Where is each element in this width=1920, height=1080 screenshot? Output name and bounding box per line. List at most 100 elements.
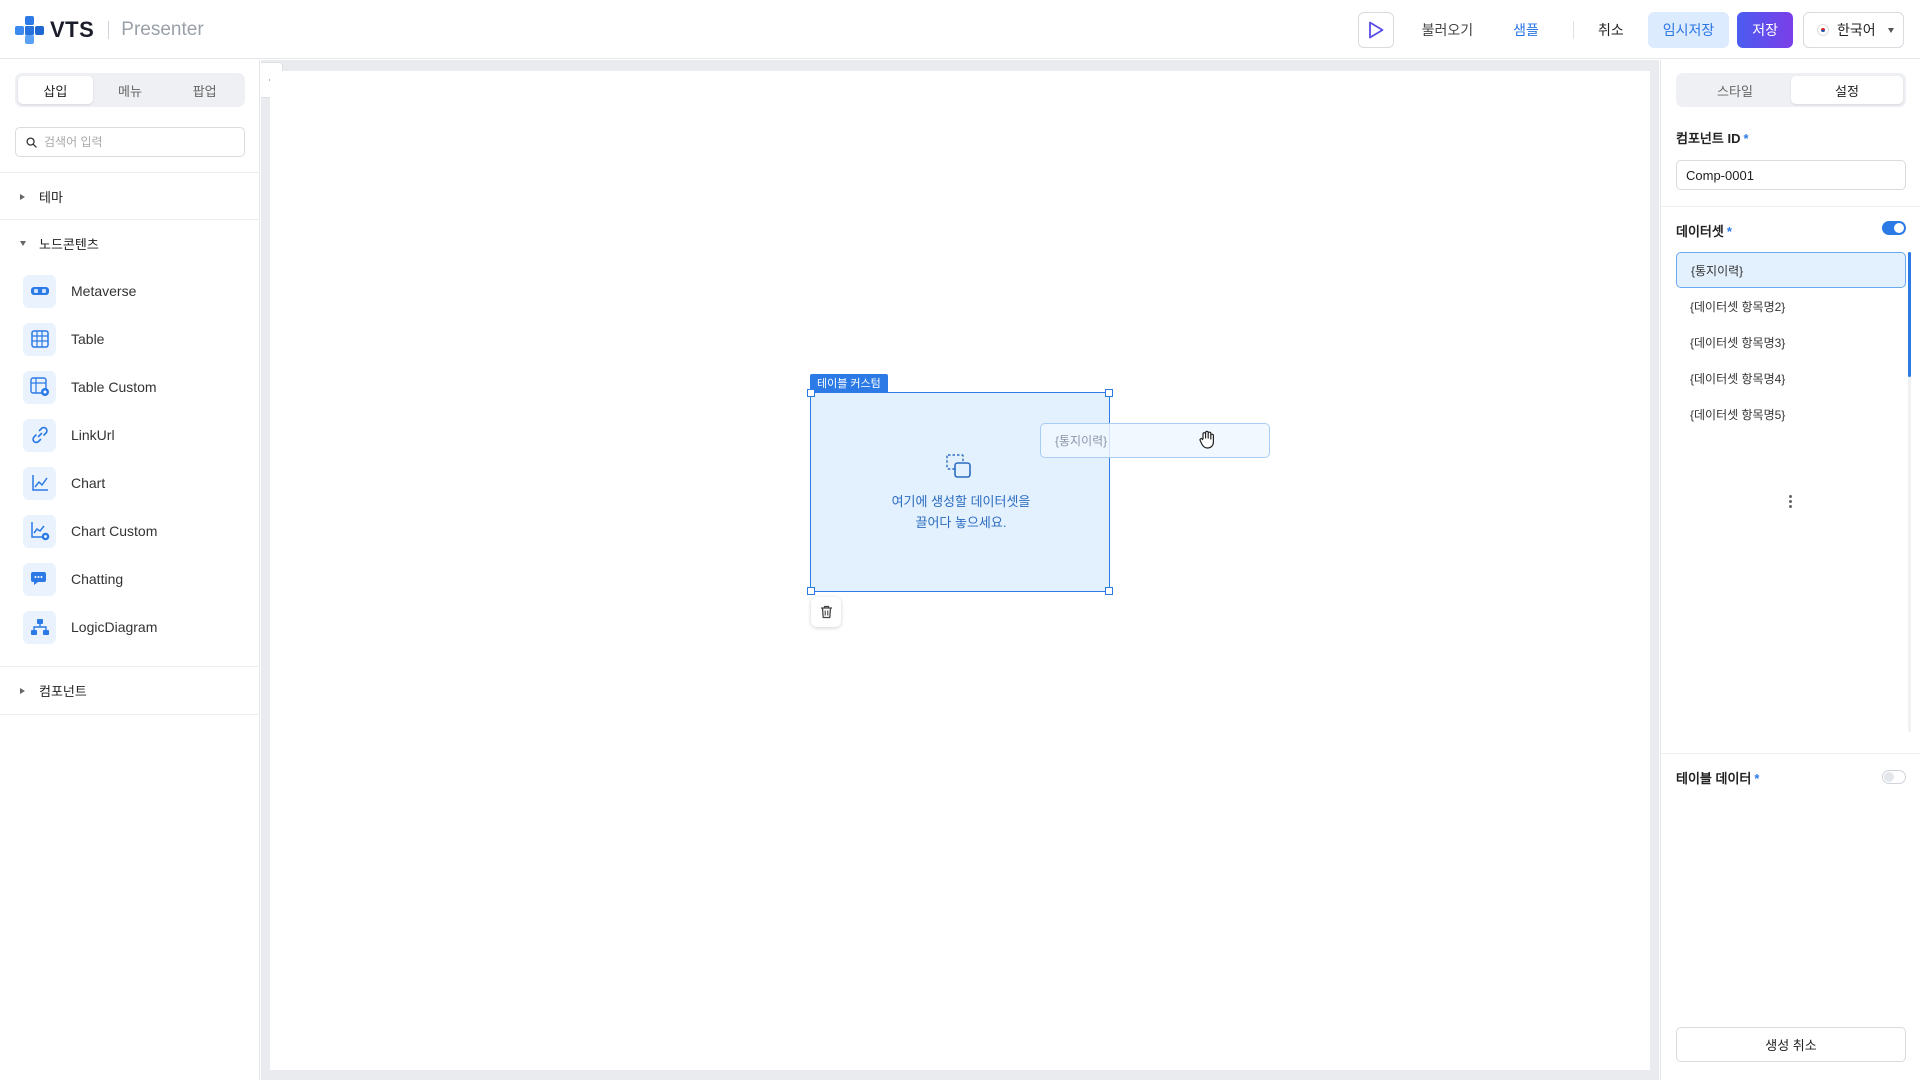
table-data-toggle[interactable] xyxy=(1882,770,1906,784)
component-id-label-text: 컴포넌트 ID xyxy=(1676,131,1741,146)
node-item-label: LogicDiagram xyxy=(71,619,158,635)
tab-insert[interactable]: 삽입 xyxy=(18,76,93,104)
section-components: 컴포넌트 xyxy=(0,666,260,715)
section-theme-label: 테마 xyxy=(39,190,63,205)
tab-popup[interactable]: 팝업 xyxy=(167,76,242,104)
header-actions: 불러오기 샘플 취소 임시저장 저장 한국어 xyxy=(1357,11,1904,49)
node-item-chart[interactable]: Chart xyxy=(0,459,260,507)
section-components-header[interactable]: 컴포넌트 xyxy=(0,667,260,714)
top-bar: VTS Presenter 불러오기 샘플 취소 임시저장 저장 한국어 xyxy=(0,0,1920,59)
section-node-contents-label: 노드콘텐츠 xyxy=(39,237,99,252)
chart-icon xyxy=(23,466,56,500)
trash-icon xyxy=(820,605,832,619)
tab-style[interactable]: 스타일 xyxy=(1679,76,1791,104)
expand-arrow-icon xyxy=(20,687,25,694)
node-item-label: Table Custom xyxy=(71,379,157,395)
korea-flag-icon xyxy=(1817,24,1829,36)
node-item-label: Chart Custom xyxy=(71,523,158,539)
dataset-toggle[interactable] xyxy=(1882,221,1906,235)
resize-handle[interactable] xyxy=(1105,587,1113,595)
search-icon xyxy=(26,136,37,148)
node-item-label: Table xyxy=(71,331,105,347)
dataset-label: 데이터셋 * xyxy=(1676,221,1732,240)
section-node-contents-header[interactable]: 노드콘텐츠 xyxy=(0,220,260,267)
table-custom-component[interactable]: 여기에 생성할 데이터셋을 끌어다 놓으세요. xyxy=(807,389,1113,595)
required-mark: * xyxy=(1754,771,1760,786)
node-item-table[interactable]: Table xyxy=(0,315,260,363)
delete-component-button[interactable] xyxy=(811,597,841,627)
section-components-label: 컴포넌트 xyxy=(39,684,87,699)
caret-down-icon xyxy=(1888,28,1894,33)
node-item-label: Chatting xyxy=(71,571,124,587)
resize-handle[interactable] xyxy=(807,587,815,595)
chat-icon xyxy=(23,562,56,596)
expand-arrow-icon xyxy=(20,193,25,200)
required-mark: * xyxy=(1726,224,1732,239)
toggle-knob xyxy=(1894,223,1904,233)
tab-menu[interactable]: 메뉴 xyxy=(93,76,168,104)
app-logo[interactable]: VTS Presenter xyxy=(15,16,204,44)
dataset-item[interactable]: {통지이력} xyxy=(1676,252,1906,288)
node-item-linkurl[interactable]: LinkUrl xyxy=(0,411,260,459)
logo-text: VTS xyxy=(50,17,95,42)
node-item-chatting[interactable]: Chatting xyxy=(0,555,260,603)
component-id-field[interactable]: Comp-0001 xyxy=(1676,160,1906,190)
vts-logo-icon xyxy=(15,16,45,44)
resize-handle[interactable] xyxy=(1105,389,1113,397)
table-custom-icon xyxy=(23,370,56,404)
cancel-create-button[interactable]: 생성 취소 xyxy=(1676,1027,1906,1062)
table-data-label-text: 테이블 데이터 xyxy=(1676,771,1752,786)
section-theme: 테마 xyxy=(0,172,260,220)
dataset-scrollbar[interactable] xyxy=(1908,252,1911,732)
left-panel: 삽입 메뉴 팝업 테마 노드콘텐츠 Metaverse Table xyxy=(0,60,260,1080)
language-label: 한국어 xyxy=(1837,22,1876,38)
logo-divider xyxy=(108,21,110,39)
sample-button[interactable]: 샘플 xyxy=(1513,20,1539,40)
scrollbar-thumb[interactable] xyxy=(1908,252,1911,377)
dragging-dataset-chip[interactable]: {통지이력} xyxy=(1040,423,1270,458)
preview-play-button[interactable] xyxy=(1357,12,1394,48)
section-divider xyxy=(1661,753,1920,754)
metaverse-icon xyxy=(23,274,56,308)
temp-save-button[interactable]: 임시저장 xyxy=(1647,12,1730,48)
node-item-label: LinkUrl xyxy=(71,427,115,443)
more-vertical-icon[interactable] xyxy=(1789,494,1792,509)
right-panel: 스타일 설정 컴포넌트 ID * Comp-0001 데이터셋 * {통지이력} {… xyxy=(1660,60,1920,1080)
component-id-label: 컴포넌트 ID * xyxy=(1676,128,1749,147)
collapse-arrow-icon xyxy=(20,241,26,246)
left-tab-group: 삽입 메뉴 팝업 xyxy=(15,73,245,107)
search-input[interactable] xyxy=(44,135,224,149)
product-name: Presenter xyxy=(121,19,204,40)
node-item-label: Chart xyxy=(71,475,106,491)
dataset-item[interactable]: {데이터셋 항목명5} xyxy=(1676,396,1906,432)
node-item-table-custom[interactable]: Table Custom xyxy=(0,363,260,411)
tab-settings[interactable]: 설정 xyxy=(1791,76,1903,104)
node-item-metaverse[interactable]: Metaverse xyxy=(0,267,260,315)
node-item-logicdiagram[interactable]: LogicDiagram xyxy=(0,603,260,651)
table-data-label: 테이블 데이터 * xyxy=(1676,768,1759,787)
dataset-item[interactable]: {데이터셋 항목명3} xyxy=(1676,324,1906,360)
section-node-contents: 노드콘텐츠 Metaverse Table Table Custom LinkU… xyxy=(0,219,260,651)
language-select[interactable]: 한국어 xyxy=(1803,12,1904,48)
section-theme-header[interactable]: 테마 xyxy=(0,173,260,220)
dataset-item[interactable]: {데이터셋 항목명4} xyxy=(1676,360,1906,396)
load-button[interactable]: 불러오기 xyxy=(1422,20,1474,40)
resize-handle[interactable] xyxy=(807,389,815,397)
chart-custom-icon xyxy=(23,514,56,548)
right-tab-group: 스타일 설정 xyxy=(1676,73,1906,107)
header-divider xyxy=(1572,21,1574,39)
section-divider xyxy=(1661,206,1920,207)
node-item-chart-custom[interactable]: Chart Custom xyxy=(0,507,260,555)
diagram-icon xyxy=(23,610,56,644)
dataset-item[interactable]: {데이터셋 항목명2} xyxy=(1676,288,1906,324)
table-icon xyxy=(23,322,56,356)
toggle-knob xyxy=(1884,772,1894,782)
copy-drop-icon xyxy=(946,454,976,485)
grab-cursor-icon xyxy=(1198,430,1216,452)
node-item-label: Metaverse xyxy=(71,283,137,299)
play-icon xyxy=(1368,21,1384,39)
selected-component-label: 테이블 커스텀 xyxy=(810,374,888,392)
save-button[interactable]: 저장 xyxy=(1737,12,1793,48)
link-icon xyxy=(23,418,56,452)
cancel-button[interactable]: 취소 xyxy=(1598,20,1624,40)
